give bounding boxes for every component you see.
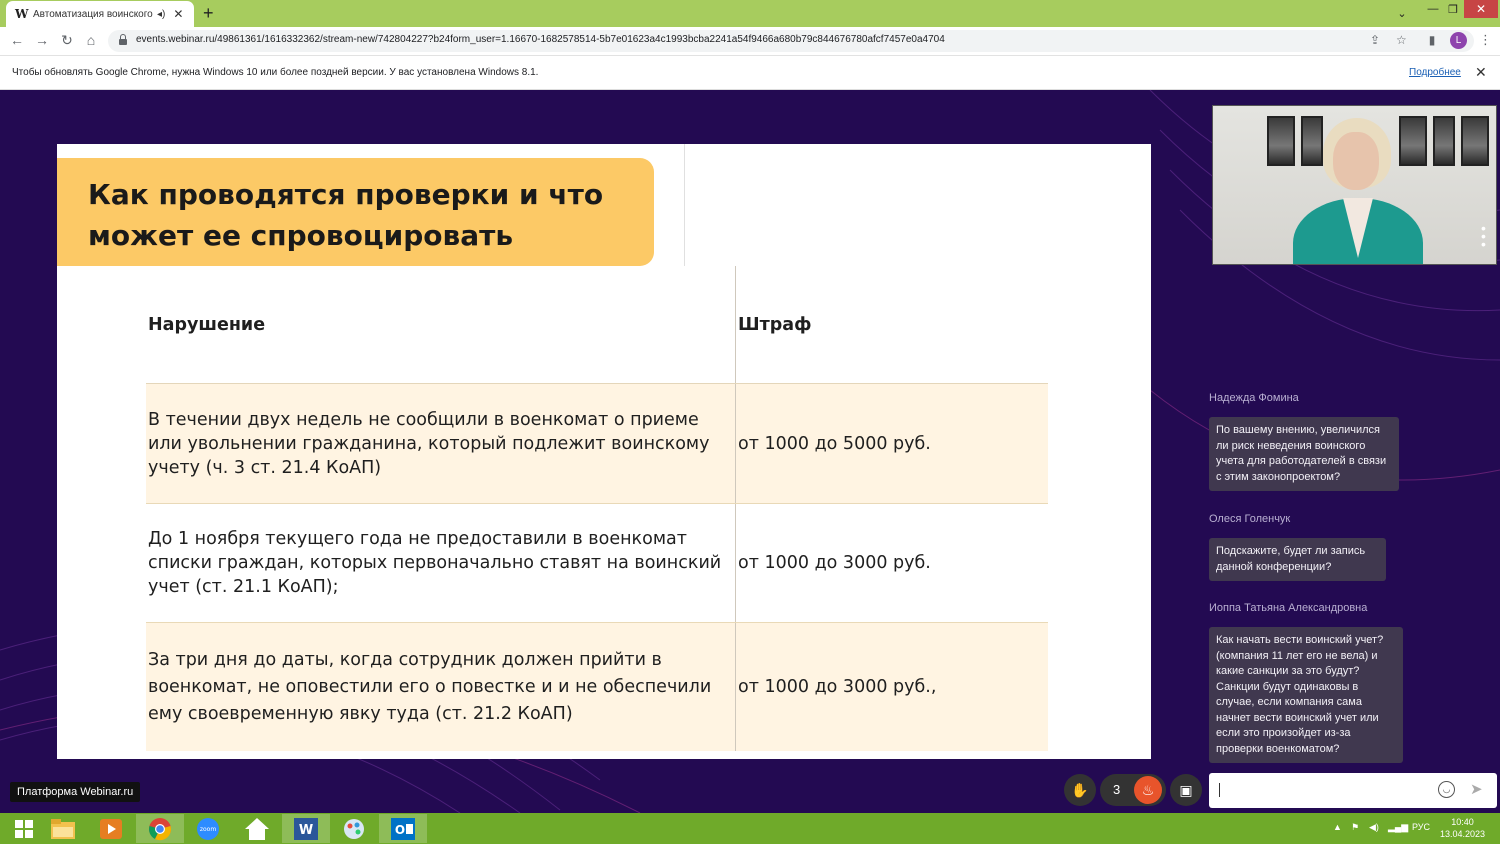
chat-message: Подскажите, будет ли запись данной конфе… — [1209, 538, 1386, 581]
column-header-violation: Нарушение — [146, 266, 736, 383]
speaker-face — [1333, 132, 1379, 190]
network-icon[interactable]: ▂▄▆ — [1388, 822, 1408, 833]
reactions-button[interactable]: 3 ♨ — [1100, 774, 1166, 806]
chat-author: Надежда Фомина — [1209, 392, 1299, 404]
speaker-video[interactable]: • • • — [1212, 105, 1497, 265]
word-label: W — [299, 823, 313, 838]
profile-avatar[interactable]: L — [1450, 32, 1467, 49]
update-infobar: Чтобы обновлять Google Chrome, нужна Win… — [0, 56, 1500, 90]
reload-icon[interactable]: ↻ — [58, 32, 76, 49]
violation-cell: В течении двух недель не сообщили в воен… — [146, 384, 736, 503]
arrow-left-icon[interactable]: ← — [8, 32, 26, 48]
window-close-button[interactable]: ✕ — [1464, 0, 1498, 18]
chat-input[interactable]: ◡ ➤ — [1209, 773, 1497, 808]
volume-icon[interactable]: ◀) — [1369, 822, 1379, 833]
browser-tab[interactable]: W Автоматизация воинского у ◂) ✕ — [6, 1, 194, 27]
slide-divider — [684, 144, 685, 266]
tray-chevron-icon[interactable]: ▲ — [1333, 822, 1342, 832]
clock-date: 13.04.2023 — [1440, 829, 1486, 839]
fine-cell: от 1000 до 3000 руб., — [738, 677, 937, 697]
language-indicator[interactable]: РУС — [1412, 822, 1430, 832]
windows-taskbar: zoom W O ▲ ⚑ ◀) ▂▄▆ РУС 10:40 13.04.2023 — [0, 813, 1500, 844]
video-options-icon[interactable]: • • • — [1481, 221, 1486, 251]
arrow-right-icon[interactable]: → — [33, 32, 51, 48]
fire-icon[interactable]: ♨ — [1134, 776, 1162, 804]
fine-cell: от 1000 до 3000 руб. — [738, 553, 931, 573]
zoom-label: zoom — [200, 826, 216, 833]
violation-cell: До 1 ноября текущего года не предоставил… — [146, 504, 736, 622]
tab-strip: W Автоматизация воинского у ◂) ✕ + ⌄ — ❐… — [0, 0, 1500, 27]
wall-picture — [1267, 116, 1295, 166]
chat-message: Как начать вести воинский учет? (компани… — [1209, 627, 1403, 763]
slide-title-line-2: может ее спровоцировать — [88, 219, 514, 252]
webinar-stage: Как проводятся проверки и что может ее с… — [0, 90, 1500, 813]
outlook-label: O — [395, 823, 405, 837]
table-row: До 1 ноября текущего года не предоставил… — [146, 504, 1048, 623]
clock-time: 10:40 — [1451, 817, 1474, 827]
raise-hand-icon[interactable]: ✋ — [1064, 774, 1096, 806]
chrome-icon[interactable] — [136, 814, 184, 843]
star-icon[interactable]: ☆ — [1396, 33, 1407, 47]
reaction-count: 3 — [1113, 782, 1121, 797]
infobar-message: Чтобы обновлять Google Chrome, нужна Win… — [12, 67, 539, 78]
violation-cell: За три дня до даты, когда сотрудник долж… — [146, 623, 736, 751]
webinar-favicon-icon: W — [15, 7, 29, 21]
paint-icon[interactable] — [330, 814, 378, 843]
media-player-icon[interactable] — [87, 814, 135, 843]
fine-cell: от 1000 до 5000 руб. — [738, 433, 931, 454]
sidebar-icon[interactable]: ▮ — [1423, 33, 1441, 47]
send-icon[interactable]: ➤ — [1470, 780, 1483, 798]
new-tab-button[interactable]: + — [203, 3, 214, 24]
system-clock[interactable]: 10:40 13.04.2023 — [1440, 816, 1485, 840]
wall-picture — [1433, 116, 1455, 166]
speaker-icon[interactable]: ◂) — [157, 9, 165, 20]
file-explorer-icon[interactable] — [39, 814, 87, 843]
flag-icon[interactable]: ⚑ — [1351, 822, 1359, 833]
infobar-more-link[interactable]: Подробнее — [1409, 67, 1461, 78]
tab-search-chevron-icon[interactable]: ⌄ — [1392, 4, 1412, 22]
url-text[interactable]: events.webinar.ru/49861361/1616332362/st… — [136, 34, 945, 45]
chat-message: По вашему внению, увеличился ли риск нев… — [1209, 417, 1399, 491]
outlook-icon[interactable]: O — [379, 814, 427, 843]
wall-picture — [1399, 116, 1427, 166]
browser-toolbar: ← → ↻ ⌂ events.webinar.ru/49861361/16163… — [0, 27, 1500, 56]
window-maximize-button[interactable]: ❐ — [1442, 0, 1464, 18]
word-icon[interactable]: W — [282, 814, 330, 843]
share-icon[interactable]: ⇪ — [1370, 33, 1380, 47]
close-icon[interactable]: ✕ — [1475, 64, 1487, 81]
lock-icon[interactable] — [119, 34, 127, 45]
slide-title-line-1: Как проводятся проверки и что — [88, 178, 604, 211]
presentation-slide: Как проводятся проверки и что может ее с… — [57, 144, 1151, 759]
chat-author: Олеся Голенчук — [1209, 513, 1291, 525]
fines-table: Нарушение Штраф В течении двух недель не… — [146, 266, 1048, 751]
table-row: За три дня до даты, когда сотрудник долж… — [146, 623, 1048, 751]
platform-badge: Платформа Webinar.ru — [10, 782, 141, 802]
table-header-row: Нарушение Штраф — [146, 266, 1048, 384]
zoom-icon[interactable]: zoom — [184, 814, 232, 843]
window-minimize-button[interactable]: — — [1422, 0, 1444, 18]
chat-author: Иоппа Татьяна Александровна — [1209, 602, 1368, 614]
home-icon[interactable]: ⌂ — [82, 32, 100, 48]
wall-picture — [1461, 116, 1489, 166]
column-header-fine: Штраф — [738, 314, 812, 335]
picture-in-picture-icon[interactable]: ▣ — [1170, 774, 1202, 806]
kebab-menu-icon[interactable]: ⋮ — [1479, 32, 1492, 48]
tab-title: Автоматизация воинского у — [33, 8, 153, 20]
emoji-icon[interactable]: ◡ — [1438, 781, 1455, 798]
slide-title-banner: Как проводятся проверки и что может ее с… — [57, 158, 654, 266]
address-bar[interactable]: events.webinar.ru/49861361/1616332362/st… — [108, 30, 1474, 52]
tab-close-icon[interactable]: ✕ — [173, 7, 183, 21]
wall-picture — [1301, 116, 1323, 166]
table-row: В течении двух недель не сообщили в воен… — [146, 384, 1048, 504]
text-caret — [1219, 783, 1220, 797]
home-icon[interactable] — [233, 814, 281, 843]
